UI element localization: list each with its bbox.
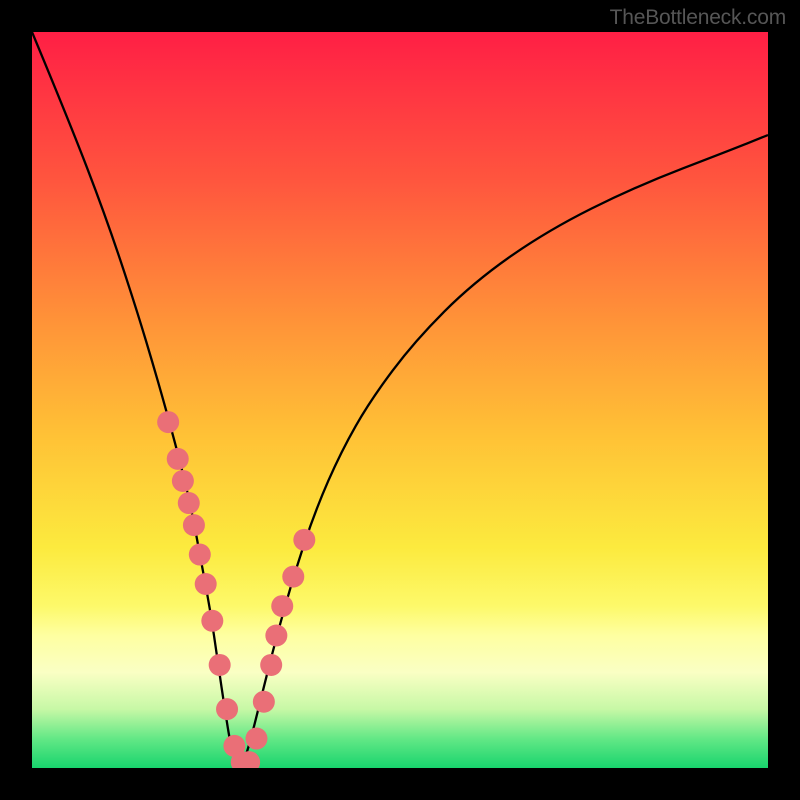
marker-point	[265, 625, 287, 647]
marker-point	[201, 610, 223, 632]
marker-point	[293, 529, 315, 551]
marker-point	[167, 448, 189, 470]
marker-point	[189, 544, 211, 566]
marker-point	[271, 595, 293, 617]
marker-point	[195, 573, 217, 595]
marker-point	[172, 470, 194, 492]
chart-frame: TheBottleneck.com	[0, 0, 800, 800]
marker-point	[282, 566, 304, 588]
marker-point	[253, 691, 275, 713]
marker-point	[209, 654, 231, 676]
watermark-text: TheBottleneck.com	[610, 6, 786, 30]
marker-point	[178, 492, 200, 514]
marker-point	[260, 654, 282, 676]
marker-point	[157, 411, 179, 433]
marker-point	[216, 698, 238, 720]
gradient-background	[32, 32, 768, 768]
plot-area	[32, 32, 768, 768]
marker-point	[245, 728, 267, 750]
chart-svg	[32, 32, 768, 768]
marker-point	[183, 514, 205, 536]
